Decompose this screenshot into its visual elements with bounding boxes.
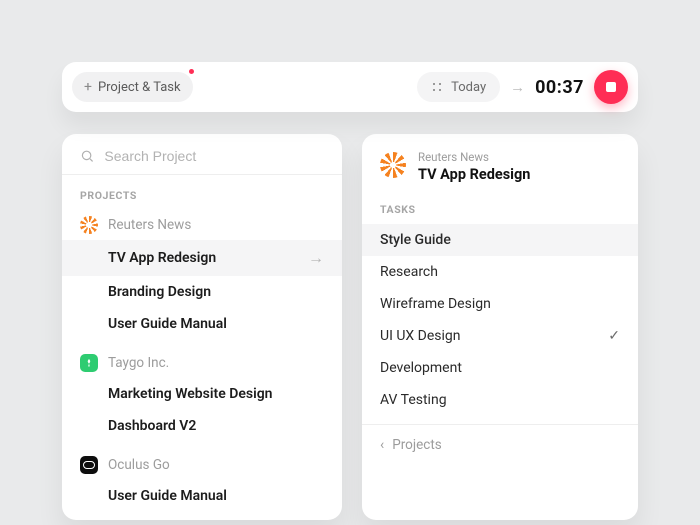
check-icon: ✓ [608, 328, 620, 344]
tasks-section-label: TASKS [362, 195, 638, 224]
back-to-projects-button[interactable]: ‹ Projects [362, 424, 638, 457]
stop-timer-button[interactable] [594, 70, 628, 104]
project-item[interactable]: Marketing Website Design [62, 378, 342, 410]
reuters-icon [380, 152, 406, 178]
tasks-panel: Reuters News TV App Redesign TASKS Style… [362, 134, 638, 520]
notification-dot-icon [189, 69, 194, 74]
back-label: Projects [392, 437, 442, 453]
project-group-label: Oculus Go [108, 457, 170, 473]
project-item[interactable]: TV App Redesign → [62, 240, 342, 276]
project-item[interactable]: Dashboard V2 [62, 410, 342, 442]
project-group-label: Taygo Inc. [108, 355, 169, 371]
search-icon [80, 148, 94, 164]
task-item[interactable]: Wireframe Design [362, 288, 638, 320]
project-group[interactable]: Oculus Go [62, 450, 342, 480]
project-item[interactable]: Branding Design [62, 276, 342, 308]
calendar-icon [431, 81, 443, 93]
projects-panel: PROJECTS Reuters News TV App Redesign → … [62, 134, 342, 520]
project-item-label: TV App Redesign [108, 250, 216, 266]
tasks-panel-header: Reuters News TV App Redesign [362, 150, 638, 195]
task-item[interactable]: AV Testing [362, 384, 638, 416]
reuters-icon [80, 216, 98, 234]
project-item[interactable]: User Guide Manual [62, 308, 342, 340]
project-item-label: Dashboard V2 [108, 418, 196, 434]
search-input[interactable] [104, 148, 324, 164]
date-picker-label: Today [451, 80, 486, 95]
project-group[interactable]: Reuters News [62, 210, 342, 240]
stop-icon [606, 82, 616, 92]
task-item[interactable]: UI UX Design ✓ [362, 320, 638, 352]
project-item[interactable]: User Guide Manual [62, 480, 342, 512]
add-project-task-button[interactable]: + Project & Task [72, 72, 193, 102]
project-group[interactable]: Taygo Inc. [62, 348, 342, 378]
top-bar-right: Today → 00:37 [417, 70, 628, 104]
arrow-right-icon[interactable]: → [510, 78, 525, 96]
page-title: TV App Redesign [418, 166, 530, 183]
project-group-label: Reuters News [108, 217, 191, 233]
top-bar: + Project & Task Today → 00:37 [62, 62, 638, 112]
task-item-label: Style Guide [380, 232, 451, 248]
plus-icon: + [84, 80, 92, 94]
project-item-label: User Guide Manual [108, 488, 227, 504]
chevron-left-icon: ‹ [380, 437, 384, 453]
projects-section-label: PROJECTS [62, 181, 342, 210]
date-picker-button[interactable]: Today [417, 72, 500, 102]
task-item[interactable]: Style Guide [362, 224, 638, 256]
search-row [62, 148, 342, 174]
project-item-label: Marketing Website Design [108, 386, 273, 402]
project-item-label: User Guide Manual [108, 316, 227, 332]
taygo-icon [80, 354, 98, 372]
add-project-task-label: Project & Task [98, 80, 181, 95]
task-item[interactable]: Development [362, 352, 638, 384]
timer-display: 00:37 [535, 77, 584, 98]
task-item-label: Development [380, 360, 462, 376]
breadcrumb-parent: Reuters News [418, 150, 530, 164]
task-item-label: AV Testing [380, 392, 447, 408]
task-item-label: Research [380, 264, 438, 280]
divider [62, 174, 342, 175]
oculus-icon [80, 456, 98, 474]
project-item-label: Branding Design [108, 284, 211, 300]
task-item[interactable]: Research [362, 256, 638, 288]
chevron-right-icon: → [308, 248, 324, 268]
task-item-label: UI UX Design [380, 328, 461, 344]
task-item-label: Wireframe Design [380, 296, 491, 312]
